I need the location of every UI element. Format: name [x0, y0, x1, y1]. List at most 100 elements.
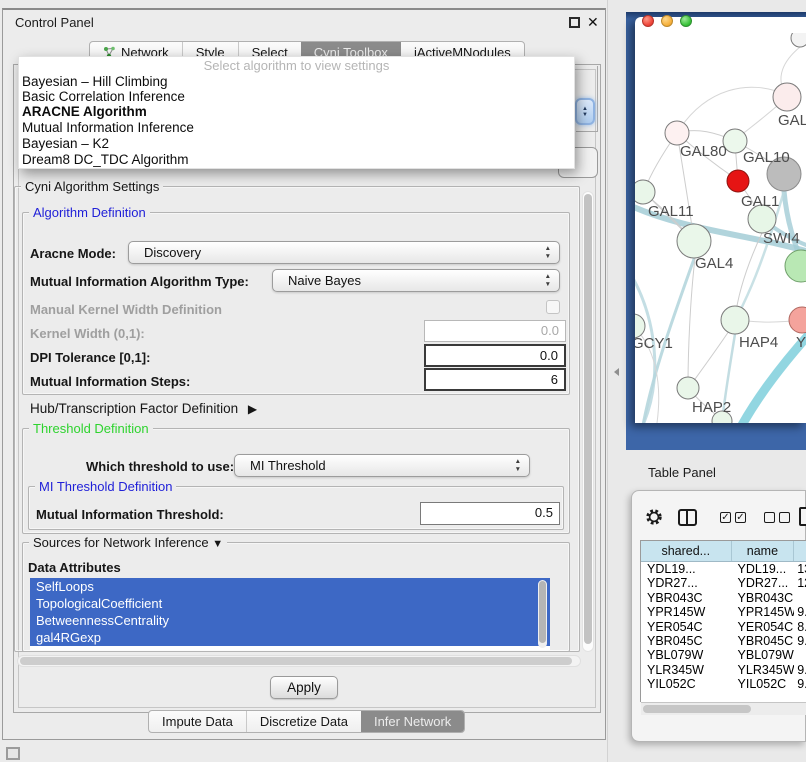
- dropdown-item[interactable]: Mutual Information Inference: [22, 120, 194, 135]
- tab-impute-data[interactable]: Impute Data: [149, 711, 246, 732]
- table-row[interactable]: YBR045CYBR045C9.: [641, 634, 806, 648]
- algorithm-combo-stepper[interactable]: ▲▼: [575, 98, 595, 125]
- manual-kernel-label: Manual Kernel Width Definition: [30, 302, 222, 317]
- checked-box-icon[interactable]: ✓: [720, 512, 731, 523]
- split-pane-handle[interactable]: [614, 368, 619, 376]
- table-row[interactable]: YPR145WYPR145W9.: [641, 605, 806, 619]
- attribute-item[interactable]: SelfLoops: [30, 578, 550, 595]
- mi-algorithm-type-label: Mutual Information Algorithm Type:: [30, 274, 249, 289]
- data-attributes-label: Data Attributes: [28, 560, 121, 575]
- mi-steps-label: Mutual Information Steps:: [30, 374, 190, 389]
- node-label: GAL10: [743, 149, 790, 166]
- table-row[interactable]: YDR27...YDR27...12: [641, 576, 806, 590]
- node-label: HAP2: [692, 399, 731, 416]
- table-row[interactable]: YBR043CYBR043C: [641, 591, 806, 605]
- table-row[interactable]: YDL19...YDL19...13: [641, 562, 806, 576]
- window-close-button[interactable]: [642, 15, 654, 27]
- kernel-width-field[interactable]: 0.0: [424, 320, 566, 342]
- attribute-item[interactable]: gal4RGexp: [30, 629, 550, 646]
- table-row[interactable]: YIL052CYIL052C9.: [641, 677, 806, 691]
- mi-steps-field[interactable]: 6: [424, 368, 566, 391]
- dropdown-item[interactable]: Bayesian – K2: [22, 136, 109, 151]
- mi-threshold-field[interactable]: 0.5: [420, 502, 560, 525]
- node-label: GAL1: [741, 193, 779, 210]
- application-window: Control Panel ✕ Network Style Select Cyn…: [0, 0, 806, 762]
- settings-vertical-scrollbar[interactable]: [582, 191, 594, 652]
- dropdown-prompt: Select algorithm to view settings: [19, 58, 574, 73]
- unchecked-box-icon[interactable]: [764, 512, 775, 523]
- combo-arrows-icon: ▲▼: [515, 458, 521, 474]
- node-hap2[interactable]: [677, 377, 699, 399]
- column-header-shared[interactable]: shared...: [641, 541, 732, 561]
- table-header-row: shared... name A: [641, 541, 806, 562]
- column-header-clipped[interactable]: A: [794, 541, 806, 561]
- float-panel-icon[interactable]: [569, 17, 580, 28]
- checked-box-icon[interactable]: ✓: [735, 512, 746, 523]
- combo-arrows-icon: ▲▼: [545, 273, 551, 289]
- algorithm-dropdown-popup: Select algorithm to view settings Bayesi…: [18, 56, 575, 169]
- node-green-right[interactable]: [785, 250, 806, 282]
- window-zoom-button[interactable]: [680, 15, 692, 27]
- node-gal80[interactable]: [665, 121, 689, 145]
- threshold-definition-title: Threshold Definition: [29, 421, 153, 436]
- algorithm-definition-title: Algorithm Definition: [29, 205, 150, 220]
- node-red-selected[interactable]: [727, 170, 749, 192]
- settings-horizontal-scrollbar[interactable]: [17, 655, 581, 667]
- attribute-item[interactable]: TopologicalCoefficient: [30, 595, 550, 612]
- control-panel-title: Control Panel: [15, 15, 94, 30]
- node-label: GAL: [778, 112, 806, 129]
- node-table: shared... name A YDL19...YDL19...13 YDR2…: [640, 540, 806, 702]
- aracne-mode-combo[interactable]: Discovery ▲▼: [128, 241, 560, 264]
- dpi-tolerance-field[interactable]: 0.0: [424, 344, 566, 367]
- gear-icon[interactable]: [645, 508, 663, 526]
- node-gal-top[interactable]: [773, 83, 801, 111]
- tab-discretize-data[interactable]: Discretize Data: [246, 711, 361, 732]
- attribute-item[interactable]: BetweennessCentrality: [30, 612, 550, 629]
- dropdown-item[interactable]: Bayesian – Hill Climbing: [22, 74, 168, 89]
- node-label: GAL11: [648, 203, 694, 220]
- table-panel-title: Table Panel: [648, 465, 716, 480]
- inference-groupbox-edge-bottom: [576, 131, 598, 132]
- node-salmon-right[interactable]: [789, 307, 806, 333]
- table-horizontal-scrollbar[interactable]: [641, 702, 806, 715]
- apply-button[interactable]: Apply: [270, 676, 338, 699]
- manual-kernel-checkbox[interactable]: [546, 300, 560, 314]
- aracne-mode-label: Aracne Mode:: [30, 246, 116, 261]
- bottom-tabbar: Impute Data Discretize Data Infer Networ…: [148, 710, 465, 733]
- combo-arrows-icon: ▲▼: [545, 245, 551, 261]
- attribute-list-scrollbar[interactable]: [538, 580, 547, 648]
- node-label: GAL4: [695, 255, 733, 272]
- document-icon[interactable]: [799, 507, 806, 526]
- node-label: GCY1: [635, 335, 673, 352]
- table-row[interactable]: YLR345WYLR345W9.: [641, 663, 806, 677]
- which-threshold-label: Which threshold to use:: [86, 459, 234, 474]
- node-gal11[interactable]: [635, 180, 655, 204]
- dropdown-item[interactable]: Basic Correlation Inference: [22, 89, 185, 104]
- node-label: GAL80: [680, 143, 727, 160]
- hub-definition-toggle[interactable]: Hub/Transcription Factor Definition ▶: [30, 401, 257, 416]
- column-header-name[interactable]: name: [732, 541, 795, 561]
- column-layout-icon[interactable]: [678, 509, 697, 526]
- window-minimize-button[interactable]: [661, 15, 673, 27]
- node-gal4[interactable]: [677, 224, 711, 258]
- sources-title[interactable]: Sources for Network Inference ▼: [29, 535, 227, 550]
- table-row[interactable]: YER054CYER054C8.: [641, 620, 806, 634]
- node-hap4[interactable]: [721, 306, 749, 334]
- network-canvas[interactable]: GAL GAL80 GAL10 GAL1 GAL11 SWI4 GAL4 GCY…: [635, 33, 806, 423]
- inference-groupbox-edge: [597, 66, 598, 132]
- mi-threshold-label: Mutual Information Threshold:: [36, 507, 224, 522]
- dropdown-item-selected[interactable]: ARACNE Algorithm: [22, 104, 147, 119]
- kernel-width-label: Kernel Width (0,1):: [30, 326, 145, 341]
- dropdown-item[interactable]: Dream8 DC_TDC Algorithm: [22, 152, 189, 167]
- unchecked-box-icon[interactable]: [779, 512, 790, 523]
- tab-infer-network[interactable]: Infer Network: [361, 711, 464, 732]
- close-panel-icon[interactable]: ✕: [587, 14, 599, 31]
- table-row[interactable]: YBL079WYBL079W: [641, 648, 806, 662]
- collapsed-arrow-icon: ▶: [248, 402, 257, 416]
- collapsed-panel-icon[interactable]: [6, 747, 20, 760]
- mi-algorithm-type-combo[interactable]: Naive Bayes ▲▼: [272, 269, 560, 292]
- node-label: SWI4: [763, 230, 800, 247]
- dpi-tolerance-label: DPI Tolerance [0,1]:: [30, 350, 150, 365]
- node-unlabeled-top[interactable]: [791, 33, 806, 47]
- which-threshold-combo[interactable]: MI Threshold ▲▼: [234, 454, 530, 477]
